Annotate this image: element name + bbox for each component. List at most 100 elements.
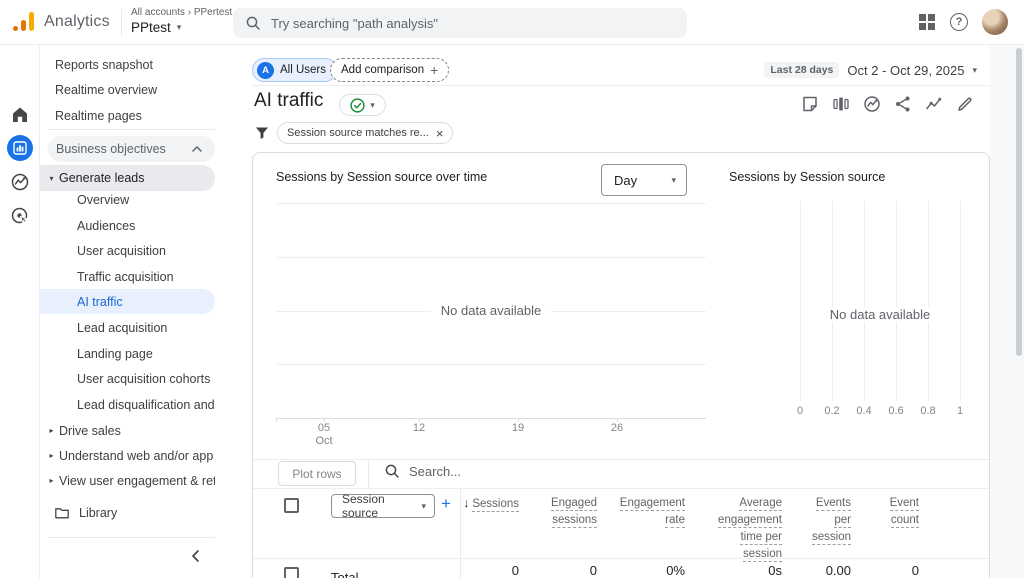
sidebar-section-business-objectives[interactable]: Business objectives	[48, 136, 215, 162]
avatar[interactable]	[982, 9, 1008, 35]
apps-grid-button[interactable]	[918, 13, 936, 31]
compare-reports-button[interactable]	[831, 94, 851, 114]
advertising-nav-button[interactable]	[10, 206, 30, 226]
x-tick-label: 12	[399, 422, 439, 435]
x-tick-label: 0.6	[881, 405, 911, 418]
x-tick-label: 05 Oct	[304, 422, 344, 448]
caret-right-icon: ▸	[44, 426, 59, 435]
header-divider	[252, 85, 990, 86]
sidebar-item-lead-acquisition[interactable]: Lead acquisition	[40, 315, 215, 340]
total-engaged-sessions: 0	[497, 563, 597, 578]
total-row-checkbox[interactable]	[284, 567, 299, 578]
chevron-down-icon: ▾	[671, 176, 676, 185]
sidebar-item-reports-snapshot[interactable]: Reports snapshot	[40, 52, 215, 77]
filter-funnel-icon	[255, 126, 269, 140]
report-content: A All Users Add comparison + Last 28 day…	[240, 45, 990, 578]
axis-tick	[276, 418, 277, 422]
sidebar-group-drive-sales[interactable]: ▸ Drive sales	[40, 418, 215, 443]
sidebar-item-traffic-acquisition[interactable]: Traffic acquisition	[40, 264, 215, 289]
plot-rows-button[interactable]: Plot rows	[278, 461, 356, 486]
gridline	[276, 257, 706, 258]
google-analytics-logo[interactable]	[13, 10, 39, 34]
dimension-value: Session source	[342, 492, 421, 520]
filter-bar: Session source matches re... ×	[255, 122, 453, 144]
breakdown-chart-title: Sessions by Session source	[729, 170, 885, 184]
global-search[interactable]	[233, 8, 687, 38]
date-range-selector[interactable]: Last 28 days Oct 2 - Oct 29, 2025 ▾	[764, 58, 977, 82]
edit-report-button[interactable]	[955, 94, 975, 114]
search-input[interactable]	[271, 16, 651, 31]
sidebar-item-realtime-pages[interactable]: Realtime pages	[40, 103, 215, 128]
page-gutter	[990, 45, 1024, 578]
sidebar-item-user-acquisition[interactable]: User acquisition	[40, 238, 215, 263]
sidebar-item-user-acquisition-cohorts[interactable]: User acquisition cohorts	[40, 366, 215, 391]
explore-nav-button[interactable]	[10, 172, 30, 192]
sidebar-item-library[interactable]: Library	[40, 500, 215, 525]
sidebar-item-realtime-overview[interactable]: Realtime overview	[40, 77, 215, 102]
x-tick-label: 1	[945, 405, 975, 418]
report-status-badge[interactable]: ▾	[339, 94, 386, 116]
select-all-checkbox[interactable]	[284, 498, 299, 513]
date-range-text: Oct 2 - Oct 29, 2025	[847, 63, 964, 78]
add-comparison-chip[interactable]: Add comparison +	[330, 58, 449, 82]
home-button[interactable]	[10, 105, 30, 125]
reports-nav-button[interactable]	[7, 135, 33, 161]
column-header-engagement-rate[interactable]: Engagement rate	[585, 496, 685, 530]
sidebar-item-landing-page[interactable]: Landing page	[40, 341, 215, 366]
property-switcher[interactable]: PPtest ▾	[131, 20, 181, 35]
table-header-bottom-divider	[253, 558, 989, 559]
granularity-select[interactable]: Day ▾	[601, 164, 687, 196]
sidebar-divider	[48, 537, 215, 538]
timeseries-chart-title: Sessions by Session source over time	[276, 170, 487, 184]
sidebar-item-overview[interactable]: Overview	[40, 187, 215, 212]
x-tick-label: 0	[785, 405, 815, 418]
check-circle-icon	[350, 98, 365, 113]
gridline	[960, 201, 961, 401]
gridline	[928, 201, 929, 401]
close-icon[interactable]: ×	[436, 127, 444, 140]
sidebar-item-lead-disqualification[interactable]: Lead disqualification and l...	[40, 392, 215, 417]
vertical-scrollbar[interactable]	[1016, 48, 1022, 356]
caret-right-icon: ▸	[44, 451, 59, 460]
caret-right-icon: ▸	[44, 476, 59, 485]
x-tick-label: 26	[597, 422, 637, 435]
insights-button[interactable]	[862, 94, 882, 114]
gridline	[276, 203, 706, 204]
sidebar-item-audiences[interactable]: Audiences	[40, 213, 215, 238]
collapse-sidebar-button[interactable]	[188, 548, 208, 564]
sidebar-divider	[48, 129, 215, 130]
breadcrumb: All accounts › PPertest	[131, 7, 232, 18]
help-button[interactable]: ?	[950, 13, 968, 31]
edit-pencil-icon	[956, 95, 974, 113]
segment-avatar: A	[257, 62, 274, 79]
add-comparison-label: Add comparison	[341, 64, 424, 76]
x-tick-label: 0.8	[913, 405, 943, 418]
gridline	[896, 201, 897, 401]
notes-button[interactable]	[800, 94, 820, 114]
report-actions	[800, 94, 975, 114]
table-search[interactable]	[384, 463, 689, 479]
table-divider	[253, 459, 989, 460]
gridline	[276, 364, 706, 365]
all-users-segment-chip[interactable]: A All Users	[252, 58, 337, 82]
column-header-engaged-sessions[interactable]: Engaged sessions	[497, 496, 597, 530]
sidebar-group-understand-web-app[interactable]: ▸ Understand web and/or app t...	[40, 443, 215, 468]
column-header-event-count[interactable]: Event count	[819, 496, 919, 530]
header-divider	[121, 9, 122, 37]
share-button[interactable]	[893, 94, 913, 114]
sparkline-icon	[925, 95, 943, 113]
chevron-down-icon: ▾	[370, 101, 375, 110]
filter-chip[interactable]: Session source matches re... ×	[277, 122, 453, 144]
trend-analysis-button[interactable]	[924, 94, 944, 114]
chevron-down-icon: ▾	[177, 23, 182, 32]
sidebar-item-ai-traffic-active[interactable]: AI traffic	[40, 289, 215, 314]
breadcrumb-separator: ›	[188, 7, 191, 18]
x-tick-label: 0.4	[849, 405, 879, 418]
toolbar-divider	[368, 459, 369, 488]
filter-chip-label: Session source matches re...	[287, 127, 429, 139]
sidebar-group-view-user-engagement[interactable]: ▸ View user engagement & rete...	[40, 468, 215, 493]
bar-chart-icon	[13, 141, 27, 155]
report-card: Sessions by Session source over time Day…	[252, 152, 990, 578]
home-icon	[10, 105, 30, 125]
table-search-input[interactable]	[409, 464, 689, 479]
